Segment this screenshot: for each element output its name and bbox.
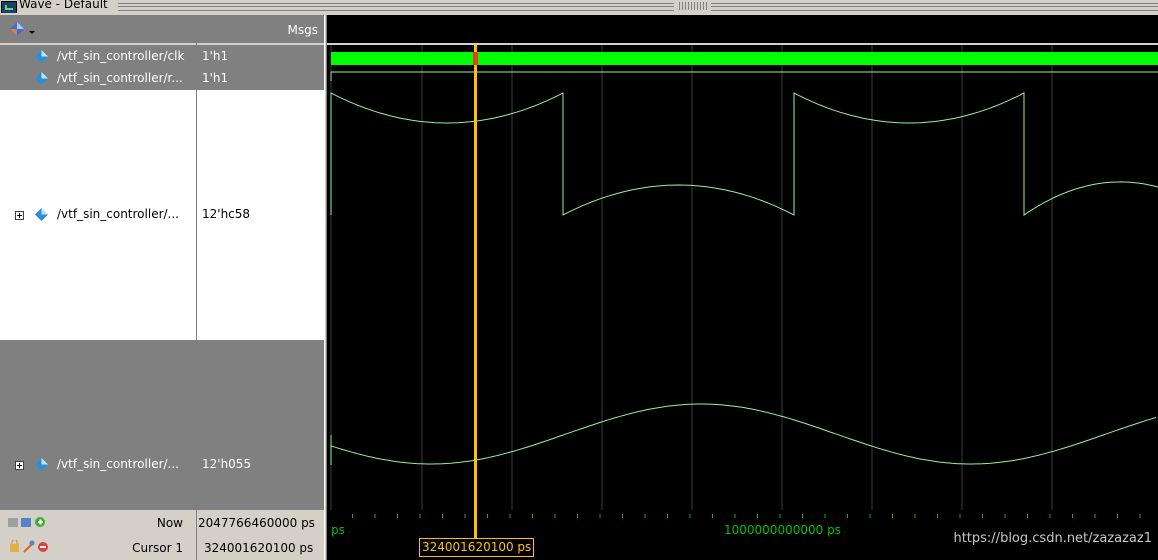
status-area: Now Cursor 1 2047766460000 ps 3240016201…: [0, 510, 1158, 560]
timeline-tick: [397, 514, 398, 518]
cursor-clk-marker: [473, 52, 478, 65]
msgs-header-label: Msgs: [287, 23, 318, 37]
signal-value: 12'h055: [202, 457, 252, 471]
timeline-tick: [599, 514, 601, 518]
clk-waveform: [331, 52, 1158, 65]
expand-plus-icon[interactable]: [15, 211, 24, 220]
timeline-tick: [667, 514, 668, 518]
timeline-tick: [644, 514, 646, 518]
signal-diamond-icon: [35, 50, 48, 63]
lock-icon: [10, 544, 19, 552]
signal-name: /vtf_sin_controller/...: [57, 207, 179, 221]
toolbar-diamond-icon[interactable]: [9, 21, 37, 37]
now-value: 2047766460000 ps: [198, 516, 315, 530]
cursor-toolbar-icons[interactable]: [10, 540, 58, 554]
grid-lines: [330, 45, 1053, 510]
watermark: https://blog.csdn.net/zazazaz1: [953, 531, 1152, 546]
signal-row-r[interactable]: /vtf_sin_controller/r...: [0, 67, 196, 90]
status-names: Now Cursor 1: [0, 510, 196, 560]
title-drag-handle[interactable]: [679, 2, 707, 10]
timeline-tick: [1004, 514, 1006, 518]
value-row-sin-b: 12'h055: [197, 340, 324, 510]
wave-window-icon: [1, 1, 17, 13]
timeline-cursor-line: [474, 510, 477, 538]
timeline-tick: [442, 514, 443, 518]
timeline-tick: [824, 514, 826, 518]
timeline-tick: [374, 514, 376, 518]
signal-diamond-icon: [35, 458, 48, 471]
value-row-sin-a: 12'hc58: [197, 90, 324, 340]
window-title: Wave - Default: [19, 0, 108, 11]
timeline-tick: [757, 514, 758, 518]
timeline-tick: [622, 514, 623, 518]
timeline-tick: [689, 514, 691, 518]
signal-row-clk[interactable]: /vtf_sin_controller/clk: [0, 45, 196, 67]
cursor-line[interactable]: [474, 45, 477, 510]
timeline-tick: [982, 514, 983, 518]
signal-value: 1'h1: [202, 71, 229, 85]
names-header: [0, 15, 196, 45]
timeline-tick: [554, 514, 556, 518]
timeline-tick: [937, 514, 938, 518]
timeline-tick: [914, 514, 916, 518]
pane-splitter-1[interactable]: [196, 15, 197, 560]
timeline-left-label: ps: [331, 523, 345, 537]
timeline[interactable]: ps 1000000000000 ps 324001620100 ps http…: [327, 510, 1158, 560]
waveform-pane[interactable]: [327, 15, 1158, 510]
timeline-tick: [464, 514, 466, 518]
timeline-tick: [802, 514, 803, 518]
timeline-tick: [1072, 514, 1073, 518]
timeline-tick: [1049, 514, 1051, 518]
waveform-canvas[interactable]: [327, 15, 1158, 510]
timeline-tick: [959, 514, 961, 518]
reset-waveform: [330, 71, 1158, 81]
status-values: 2047766460000 ps 324001620100 ps: [197, 510, 324, 560]
timeline-tick: [1139, 514, 1141, 518]
cursor-label: Cursor 1: [132, 541, 183, 555]
timeline-tick: [1027, 514, 1028, 518]
now-toolbar-icons[interactable]: [8, 516, 52, 530]
signal-row-sin-b[interactable]: /vtf_sin_controller/...: [0, 340, 196, 510]
signal-names-pane: /vtf_sin_controller/clk /vtf_sin_control…: [0, 15, 196, 510]
signal-name: /vtf_sin_controller/...: [57, 457, 179, 471]
now-label: Now: [156, 516, 183, 530]
timeline-tick: [734, 514, 736, 518]
cursor-time-flag[interactable]: 324001620100 ps: [419, 538, 535, 557]
signal-diamond-icon: [35, 208, 48, 221]
cursor-value: 324001620100 ps: [204, 541, 314, 555]
signal-name: /vtf_sin_controller/r...: [57, 71, 183, 85]
timeline-tick-label: 1000000000000 ps: [724, 523, 841, 537]
signal-name: /vtf_sin_controller/clk: [57, 49, 185, 63]
signal-values-pane: Msgs 1'h1 1'h1 12'hc58 12'h055: [197, 15, 324, 510]
value-row-r: 1'h1: [197, 67, 324, 90]
timeline-tick: [869, 514, 871, 518]
title-grip-right: [711, 3, 1158, 11]
title-grip-left: [118, 3, 674, 11]
timeline-tick: [779, 514, 781, 518]
wrench-icon: [23, 543, 33, 553]
timeline-tick: [509, 514, 511, 518]
timeline-tick: [847, 514, 848, 518]
timeline-tick: [487, 514, 488, 518]
sine-waveform-a: [330, 92, 1158, 216]
timeline-tick: [892, 514, 893, 518]
timeline-tick: [712, 514, 713, 518]
status-split: [196, 510, 197, 560]
signal-value: 12'hc58: [202, 207, 251, 221]
sine-waveform-b: [330, 403, 1157, 465]
timeline-tick: [352, 514, 353, 518]
timeline-tick: [1094, 514, 1096, 518]
timeline-tick: [532, 514, 533, 518]
timeline-tick: [419, 514, 421, 518]
title-bar[interactable]: Wave - Default: [0, 0, 1158, 13]
timeline-tick: [577, 514, 578, 518]
timeline-tick: [1117, 514, 1118, 518]
signal-row-sin-a[interactable]: /vtf_sin_controller/...: [0, 90, 196, 340]
signal-diamond-icon: [35, 72, 48, 85]
expand-plus-icon[interactable]: [15, 461, 24, 470]
values-header: Msgs: [197, 15, 324, 45]
value-row-clk: 1'h1: [197, 45, 324, 67]
signal-value: 1'h1: [202, 49, 229, 63]
